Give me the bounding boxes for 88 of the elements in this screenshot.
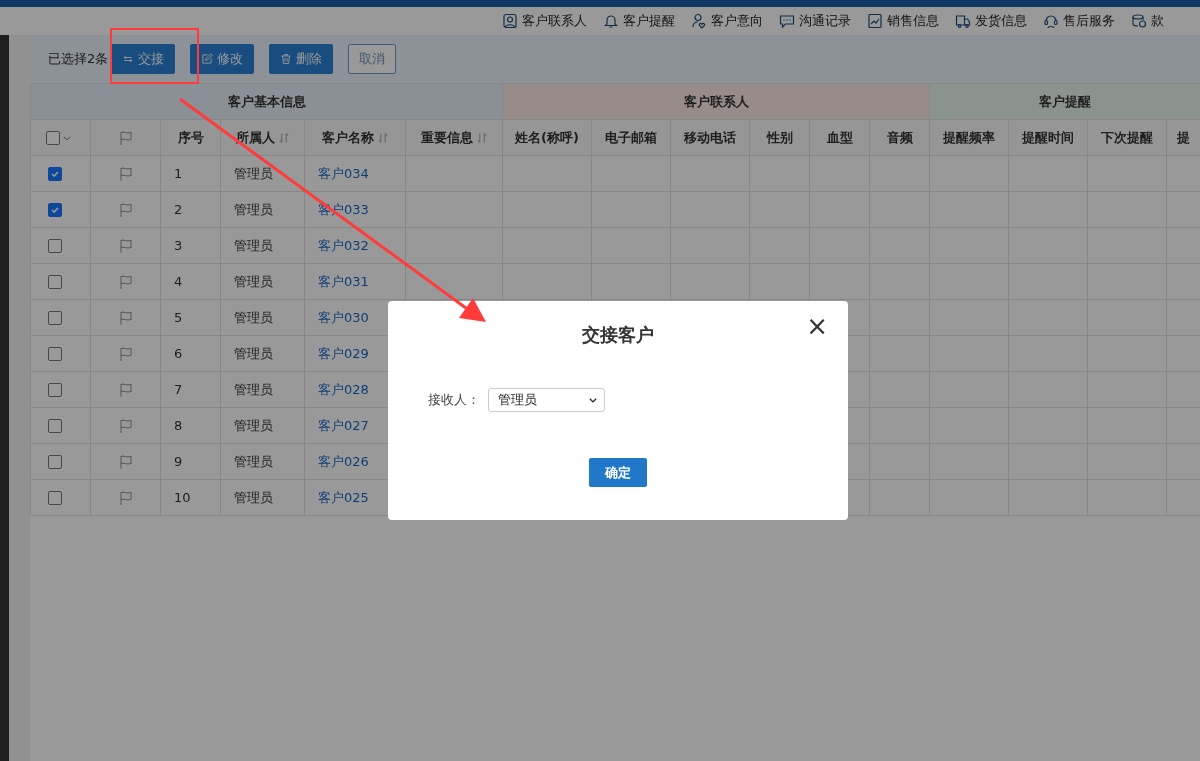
row-number: 5: [174, 310, 183, 325]
selection-count: 已选择2条: [48, 50, 109, 68]
trash-icon: [280, 53, 293, 65]
flag-icon: [117, 165, 134, 182]
column-header: 移动电话: [684, 129, 737, 145]
delete-button[interactable]: 删除: [269, 44, 334, 74]
swap-icon: [122, 53, 135, 65]
nav-tab[interactable]: 款: [1131, 12, 1164, 30]
owner-name: 管理员: [234, 201, 273, 217]
nav-tab[interactable]: 发货信息: [955, 12, 1027, 30]
dialog-title: 交接客户: [582, 323, 654, 347]
checkmark-icon: [49, 205, 60, 216]
column-header: 血型: [826, 129, 853, 145]
nav-tab[interactable]: 沟通记录: [779, 12, 851, 30]
checkbox[interactable]: [47, 383, 62, 398]
owner-name: 管理员: [234, 453, 273, 469]
checkbox[interactable]: [47, 455, 62, 470]
checkbox[interactable]: [47, 419, 62, 434]
nav-tab[interactable]: 客户提醒: [603, 12, 675, 30]
row-number: 8: [174, 418, 183, 433]
edit-icon: [201, 53, 214, 65]
flag-icon: [117, 417, 134, 434]
row-number: 3: [174, 238, 183, 253]
row-number: 1: [174, 166, 183, 181]
edit-button[interactable]: 修改: [190, 44, 255, 74]
chart-icon: [867, 13, 883, 29]
owner-name: 管理员: [234, 273, 273, 289]
row-number: 4: [174, 274, 183, 289]
row-number: 10: [174, 490, 191, 505]
column-header: 下次提醒: [1101, 129, 1154, 145]
cancel-button[interactable]: 取消: [348, 44, 397, 74]
column-header: 音频: [886, 129, 913, 145]
column-header: 提: [1177, 129, 1191, 145]
truck-icon: [955, 13, 971, 29]
field-label: 接收人：: [428, 391, 480, 409]
nav-tab[interactable]: 客户联系人: [502, 12, 587, 30]
row-number: 9: [174, 454, 183, 469]
group-header: 客户提醒: [929, 83, 1200, 120]
nav-tab[interactable]: 销售信息: [867, 12, 939, 30]
owner-name: 管理员: [234, 381, 273, 397]
flag-icon: [117, 489, 134, 506]
row-number: 2: [174, 202, 183, 217]
recipient-select[interactable]: 管理员: [488, 388, 605, 412]
column-header: 序号: [177, 129, 204, 145]
row-number: 7: [174, 382, 183, 397]
flag-icon: [117, 381, 134, 398]
checkbox[interactable]: [47, 167, 62, 182]
group-header: 客户基本信息: [30, 83, 503, 120]
confirm-button[interactable]: 确定: [589, 458, 647, 487]
flag-icon: [117, 453, 134, 470]
owner-name: 管理员: [234, 165, 273, 181]
nav-tab[interactable]: 客户意向: [691, 12, 763, 30]
flag-icon: [117, 201, 134, 218]
checkbox[interactable]: [47, 491, 62, 506]
checkbox[interactable]: [47, 347, 62, 362]
column-header: 姓名(称呼): [515, 129, 579, 145]
nav-tab[interactable]: 售后服务: [1043, 12, 1115, 30]
checkbox[interactable]: [47, 311, 62, 326]
owner-name: 管理员: [234, 237, 273, 253]
checkmark-icon: [49, 169, 60, 180]
bell-icon: [603, 13, 619, 29]
checkbox[interactable]: [45, 130, 60, 145]
group-header: 客户联系人: [502, 83, 930, 120]
checkbox[interactable]: [47, 275, 62, 290]
flag-icon: [117, 345, 134, 362]
flag-icon: [117, 273, 134, 290]
flag-icon: [117, 129, 134, 146]
column-header: 电子邮箱: [605, 129, 658, 145]
checkbox[interactable]: [47, 203, 62, 218]
owner-name: 管理员: [234, 489, 273, 505]
person-heart-icon: [691, 13, 707, 29]
checkbox[interactable]: [47, 239, 62, 254]
owner-name: 管理员: [234, 417, 273, 433]
headset-icon: [1043, 13, 1059, 29]
flag-icon: [117, 309, 134, 326]
row-number: 6: [174, 346, 183, 361]
owner-name: 管理员: [234, 345, 273, 361]
close-button[interactable]: ×: [806, 313, 828, 339]
chevron-icon: [588, 395, 598, 405]
column-header: 提醒频率: [943, 129, 996, 145]
owner-name: 管理员: [234, 309, 273, 325]
coins-icon: [1131, 13, 1147, 29]
flag-icon: [117, 237, 134, 254]
transfer-button[interactable]: 交接: [111, 44, 176, 74]
column-header: 性别: [766, 129, 793, 145]
column-header: 提醒时间: [1022, 129, 1075, 145]
chat-bubble-icon: [779, 13, 795, 29]
contact-card-icon: [502, 13, 518, 29]
